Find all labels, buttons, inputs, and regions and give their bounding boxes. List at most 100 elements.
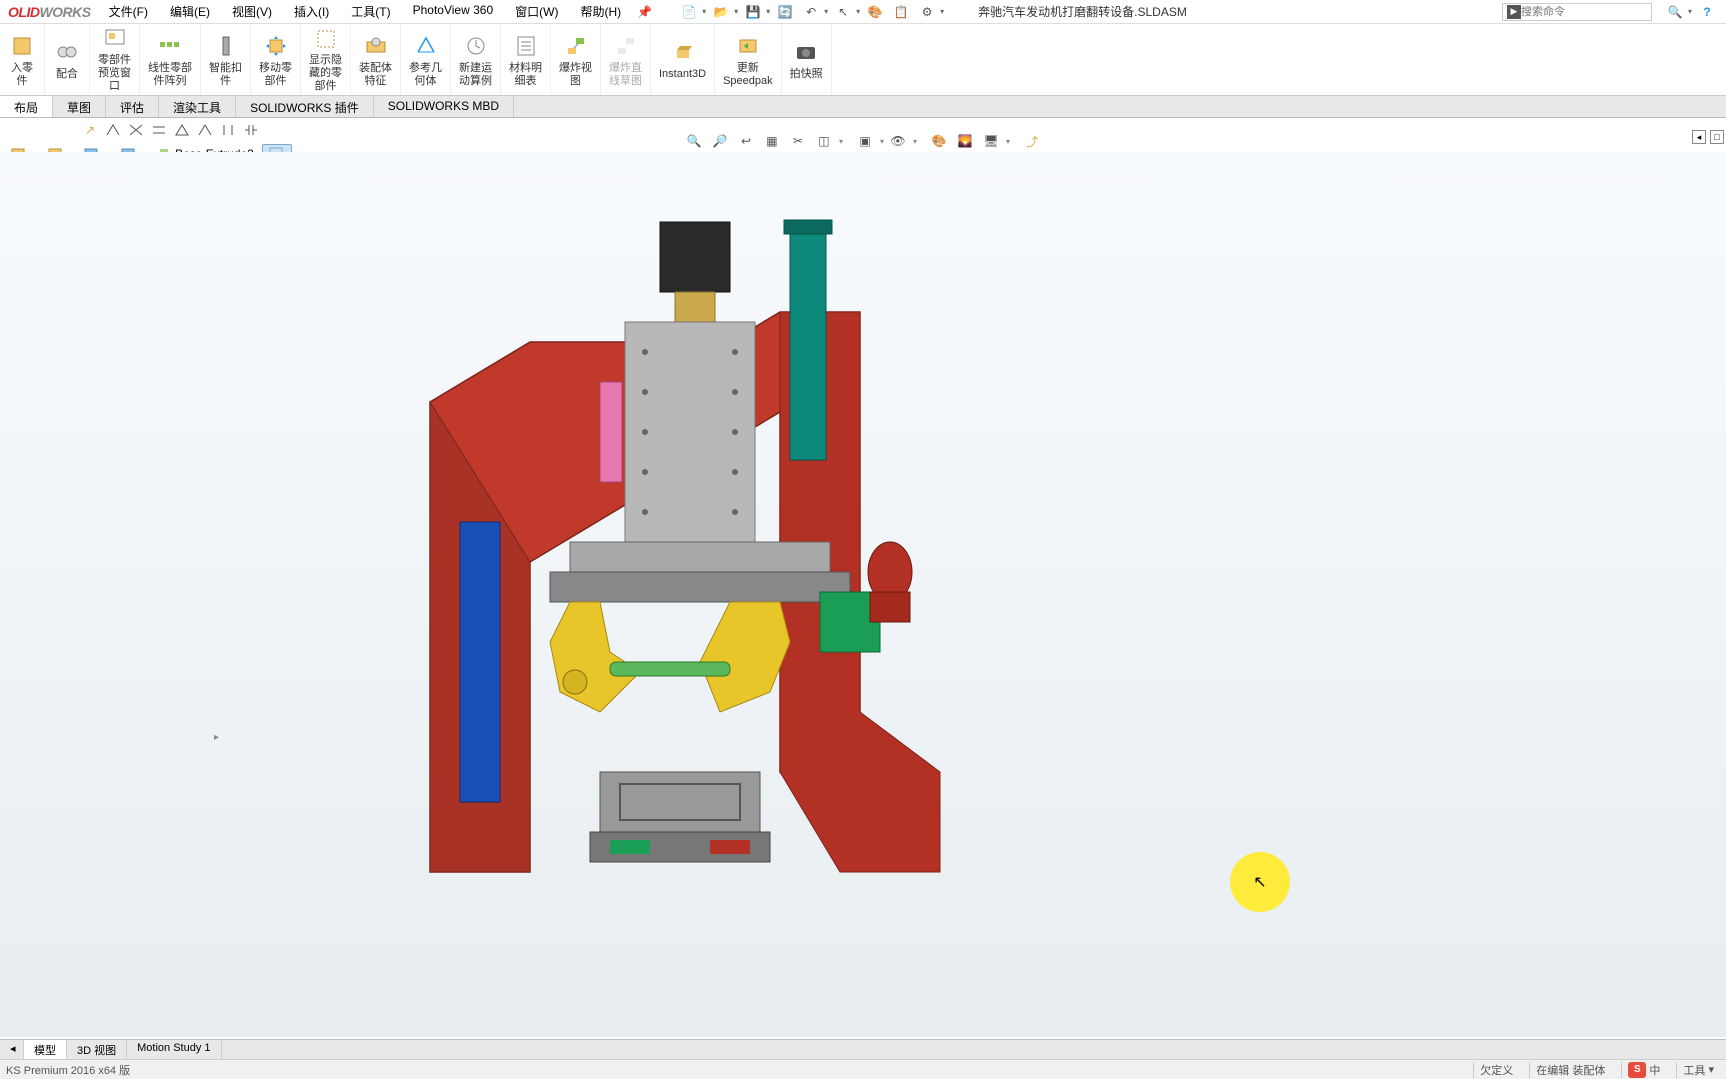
search-box[interactable]: ▶	[1502, 3, 1652, 21]
ribbon-asm-feature[interactable]: 装配体 特征	[351, 24, 401, 95]
appearance-icon[interactable]: 🎨	[864, 2, 886, 22]
menu-window[interactable]: 窗口(W)	[505, 0, 568, 23]
mate-icon2[interactable]	[126, 121, 146, 139]
help-icon[interactable]: ?	[1696, 2, 1718, 22]
mate-icon4[interactable]	[172, 121, 192, 139]
asmfeat-icon	[362, 32, 390, 60]
open-icon[interactable]: 📂	[710, 2, 732, 22]
ribbon-preview[interactable]: 零部件 预览窗 口	[90, 24, 140, 95]
ribbon-linear-pattern[interactable]: 线性零部 件阵列	[140, 24, 201, 95]
view-toolbar: 🔍 🔎 ↩ ▦ ✂ ◫▾ ▣▾ 👁▾ 🎨 🌄 🖥▾ ⤴	[680, 128, 1046, 154]
search-input[interactable]	[1521, 6, 1647, 18]
mate-icon3[interactable]	[149, 121, 169, 139]
btab-motion[interactable]: Motion Study 1	[127, 1040, 221, 1059]
section-icon[interactable]: ▦	[760, 130, 784, 152]
zoom-area-icon[interactable]: 🔎	[708, 130, 732, 152]
mate-icon7[interactable]	[241, 121, 261, 139]
ribbon-show-hide[interactable]: 显示隐 藏的零 部件	[301, 24, 351, 95]
exploded-icon	[562, 32, 590, 60]
triad-icon[interactable]: ⤴	[1020, 130, 1044, 152]
tab-evaluate[interactable]: 评估	[106, 96, 159, 117]
ribbon-insert-component[interactable]: 入零 件	[0, 24, 45, 95]
insert-comp-icon	[8, 32, 36, 60]
snapshot-icon	[792, 38, 820, 66]
smart-icon	[212, 32, 240, 60]
mate-icon1[interactable]	[103, 121, 123, 139]
menu-view[interactable]: 视图(V)	[222, 0, 282, 23]
status-editing: 在编辑 装配体	[1529, 1062, 1611, 1078]
cursor-icon: ↖	[1253, 872, 1266, 892]
tab-addins[interactable]: SOLIDWORKS 插件	[236, 96, 374, 117]
view-settings-icon[interactable]: 🖥	[979, 130, 1003, 152]
appearance-apply-icon[interactable]: 🎨	[927, 130, 951, 152]
move-icon	[262, 32, 290, 60]
tab-render[interactable]: 渲染工具	[159, 96, 236, 117]
menu-help[interactable]: 帮助(H)	[570, 0, 631, 23]
settings-icon[interactable]: ⚙	[916, 2, 938, 22]
menu-edit[interactable]: 编辑(E)	[160, 0, 220, 23]
btab-nav-left[interactable]: ◂	[0, 1040, 24, 1059]
btab-3dview[interactable]: 3D 视图	[67, 1040, 127, 1059]
tab-mbd[interactable]: SOLIDWORKS MBD	[374, 96, 514, 117]
status-bar: KS Premium 2016 x64 版 欠定义 在编辑 装配体 S 中 工具…	[0, 1059, 1726, 1079]
dynamic-icon[interactable]: ✂	[786, 130, 810, 152]
instant3d-icon	[669, 38, 697, 66]
btab-model[interactable]: 模型	[24, 1040, 67, 1059]
ribbon-bom[interactable]: 材料明 细表	[501, 24, 551, 95]
ribbon-mate[interactable]: 配合	[45, 24, 90, 95]
tree-collapse-icon[interactable]: ▸	[214, 732, 219, 743]
showhide-icon	[312, 26, 340, 52]
mate-icon6[interactable]	[218, 121, 238, 139]
prev-view-icon[interactable]: ↩	[734, 130, 758, 152]
model-render	[400, 172, 1100, 892]
view-orient-icon[interactable]: ◫	[812, 130, 836, 152]
ribbon-motion-study[interactable]: 新建运 动算例	[451, 24, 501, 95]
options-button[interactable]: 📋	[890, 2, 912, 22]
refgeom-icon	[412, 32, 440, 60]
panel-trigger-2[interactable]: □	[1710, 130, 1724, 144]
status-tools[interactable]: 工具 ▾	[1676, 1062, 1720, 1078]
scene-icon[interactable]: 🌄	[953, 130, 977, 152]
rebuild-icon[interactable]: 🔄	[774, 2, 796, 22]
motion-icon	[462, 32, 490, 60]
ribbon-ref-geometry[interactable]: 参考几 何体	[401, 24, 451, 95]
command-tab-bar: 布局 草图 评估 渲染工具 SOLIDWORKS 插件 SOLIDWORKS M…	[0, 96, 1726, 118]
ribbon-exploded-view[interactable]: 爆炸视 图	[551, 24, 601, 95]
search-run-icon[interactable]: ▶	[1507, 5, 1521, 19]
cursor-highlight: ↖	[1230, 852, 1290, 912]
new-doc-icon[interactable]: 📄	[678, 2, 700, 22]
menu-tools[interactable]: 工具(T)	[341, 0, 400, 23]
menu-photoview[interactable]: PhotoView 360	[403, 0, 504, 23]
menu-file[interactable]: 文件(F)	[99, 0, 158, 23]
print-icon[interactable]: ↶	[800, 2, 822, 22]
status-ime[interactable]: S 中	[1621, 1062, 1666, 1078]
bottom-tab-bar: ◂ 模型 3D 视图 Motion Study 1	[0, 1039, 1726, 1059]
select-icon[interactable]: ↖	[832, 2, 854, 22]
mate-icon5[interactable]	[195, 121, 215, 139]
ribbon-smart-fastener[interactable]: 智能扣 件	[201, 24, 251, 95]
pin-icon[interactable]: 📌	[631, 5, 658, 19]
linear-icon	[156, 32, 184, 60]
viewport-3d[interactable]: ▸ ↖	[0, 152, 1726, 1037]
nav-arrow-icon[interactable]: ↗	[80, 121, 100, 139]
ribbon-move-component[interactable]: 移动零 部件	[251, 24, 301, 95]
status-version: KS Premium 2016 x64 版	[6, 1062, 1473, 1078]
display-style-icon[interactable]: ▣	[853, 130, 877, 152]
ribbon-instant3d[interactable]: Instant3D	[651, 24, 715, 95]
tab-sketch[interactable]: 草图	[53, 96, 106, 117]
explodesketch-icon	[612, 32, 640, 60]
save-icon[interactable]: 💾	[742, 2, 764, 22]
ribbon-speedpak[interactable]: 更新 Speedpak	[715, 24, 782, 95]
menu-bar: 文件(F) 编辑(E) 视图(V) 插入(I) 工具(T) PhotoView …	[99, 0, 632, 23]
hide-show-icon[interactable]: 👁	[886, 130, 910, 152]
preview-icon	[101, 26, 129, 52]
zoom-fit-icon[interactable]: 🔍	[682, 130, 706, 152]
document-filename: 奔驰汽车发动机打磨翻转设备.SLDASM	[978, 3, 1187, 20]
ribbon: 入零 件 配合 零部件 预览窗 口 线性零部 件阵列 智能扣 件 移动零 部件 …	[0, 24, 1726, 96]
ribbon-snapshot[interactable]: 拍快照	[782, 24, 832, 95]
menu-insert[interactable]: 插入(I)	[284, 0, 339, 23]
speedpak-icon	[734, 32, 762, 60]
tab-layout[interactable]: 布局	[0, 96, 53, 117]
search-icon[interactable]: 🔍	[1664, 2, 1686, 22]
panel-trigger-1[interactable]: ◂	[1692, 130, 1706, 144]
